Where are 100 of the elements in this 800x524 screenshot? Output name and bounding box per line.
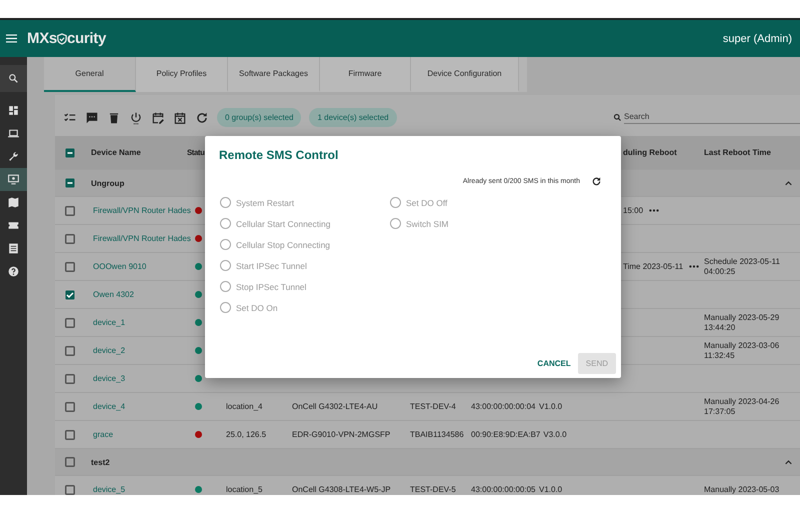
checkbox[interactable] [65,318,75,328]
radio-label[interactable]: Switch SIM [406,218,449,228]
radio-button[interactable] [220,239,231,250]
mac-address-text: 00:90:E8:9D:EA:B7 [471,430,540,439]
selection-chip: 0 group(s) selected [217,108,302,127]
radio-label[interactable]: Cellular Start Connecting [236,218,330,228]
radio-button[interactable] [390,197,401,208]
radio-button[interactable] [220,218,231,229]
group-name: test2 [90,458,110,466]
radio-label[interactable]: Set DO On [236,302,278,312]
scheduling-text: 15:00 [623,206,644,215]
device-name-link[interactable]: device_2 [93,346,126,355]
radio-button[interactable] [220,197,231,208]
radio-button[interactable] [220,302,231,313]
model-text: OnCell G4302-LTE4-AU [292,402,378,411]
caret-icon[interactable] [785,180,792,186]
radio-label[interactable]: Set DO Off [406,198,448,208]
device-name-link[interactable]: device_1 [93,318,126,327]
checkbox[interactable] [65,290,75,300]
chat-icon[interactable] [85,110,99,124]
tab[interactable]: Firmware [320,57,411,92]
mac-address-text: 43:00:00:00:00:05 [471,485,536,494]
more-icon[interactable] [689,265,700,268]
selection-chip: 1 device(s) selected [309,108,397,127]
last-reboot-text: Manually 2023-04-26 17:37:05 [704,397,780,416]
column-header[interactable]: duling Reboot [623,148,677,157]
column-header[interactable]: Last Reboot Time [704,148,771,157]
radio-label[interactable]: System Restart [236,198,294,208]
firmware-version-text: V1.0.0 [539,402,562,411]
last-reboot-text: Schedule 2023-05-11 04:00:25 [704,257,781,276]
list-icon [7,242,20,255]
radio-button[interactable] [390,218,401,229]
checkbox[interactable] [65,374,75,384]
firmware-version-text: V1.0.0 [539,485,562,494]
location-text: location_4 [226,402,262,411]
laptop-icon [7,127,20,140]
cancel-button[interactable]: CANCEL [535,353,573,374]
search-icon [7,72,20,85]
refresh-icon[interactable] [591,176,602,187]
sidebar-item[interactable] [0,65,27,92]
menu-icon[interactable] [6,34,17,43]
last-reboot-text: Manually 2023-05-29 13:44:20 [704,313,780,332]
serial-text: TEST-DEV-5 [410,485,456,494]
checkbox[interactable] [65,346,75,356]
help-icon [7,265,20,278]
serial-text: TBAIB1134586 [410,430,464,439]
power-icon[interactable] [129,110,143,124]
checkbox[interactable] [65,234,75,244]
sidebar-item[interactable] [0,168,27,191]
shield-check-icon [56,33,67,45]
monitor-icon [7,173,20,186]
radio-label[interactable]: Start IPSec Tunnel [236,260,307,270]
user-name[interactable]: super (Admin) [722,32,792,44]
search-field[interactable]: Search [624,112,800,124]
wrench-icon [7,150,20,163]
radio-button[interactable] [220,281,231,292]
device-name-link[interactable]: Owen 4302 [93,290,134,299]
more-icon[interactable] [649,209,660,212]
last-reboot-text: Manually 2023-05-03 [704,484,780,494]
model-text: EDR-G9010-VPN-2MGSFP [292,430,390,439]
column-header[interactable]: Device Name [91,148,141,157]
location-text: 25.0, 126.5 [226,430,266,439]
device-name-link[interactable]: OOOwen 9010 [93,262,146,271]
group-name: Ungroup [90,178,124,188]
refresh-icon[interactable] [195,110,209,124]
dialog-title: Remote SMS Control [219,148,340,162]
radio-label[interactable]: Stop IPSec Tunnel [236,282,306,292]
logo-text: MXs [27,30,57,47]
device-name-link[interactable]: device_4 [93,402,126,411]
checkbox[interactable] [65,430,75,440]
tab[interactable]: Policy Profiles [136,57,228,92]
radio-label[interactable]: Cellular Stop Connecting [236,240,330,250]
mac-address-text: 43:00:00:00:00:04 [471,402,536,411]
checkbox[interactable] [65,457,75,467]
checkbox[interactable] [65,484,75,494]
checkbox[interactable] [65,178,75,188]
map-icon [7,196,20,209]
checkbox[interactable] [65,206,75,216]
radio-button[interactable] [220,260,231,271]
device-name-link[interactable]: device_3 [93,374,126,383]
device-name-link[interactable]: grace [93,430,114,439]
device-name-link[interactable]: Firewall/VPN Router Hades [93,206,191,215]
device-name-link[interactable]: Firewall/VPN Router Hades [93,234,191,243]
checkbox[interactable] [65,262,75,272]
tab[interactable]: Device Configuration [411,57,519,92]
scheduling-text: Time 2023-05-11 [623,262,684,271]
model-text: OnCell G4308-LTE4-W5-JP [292,485,391,494]
calendar-x-icon[interactable] [173,110,187,124]
checkbox[interactable] [65,148,75,158]
tab[interactable]: General [44,57,136,92]
logo-text: curity [66,30,106,47]
trash-icon[interactable] [107,110,121,124]
calendar-edit-icon[interactable] [151,110,165,124]
checkbox[interactable] [65,402,75,412]
tab[interactable]: Software Packages [228,57,320,92]
firmware-version-text: V3.0.0 [543,430,567,439]
caret-icon[interactable] [785,460,792,464]
serial-text: TEST-DEV-4 [410,402,456,411]
device-name-link[interactable]: device_5 [93,485,126,494]
dashboard-icon [7,104,20,117]
